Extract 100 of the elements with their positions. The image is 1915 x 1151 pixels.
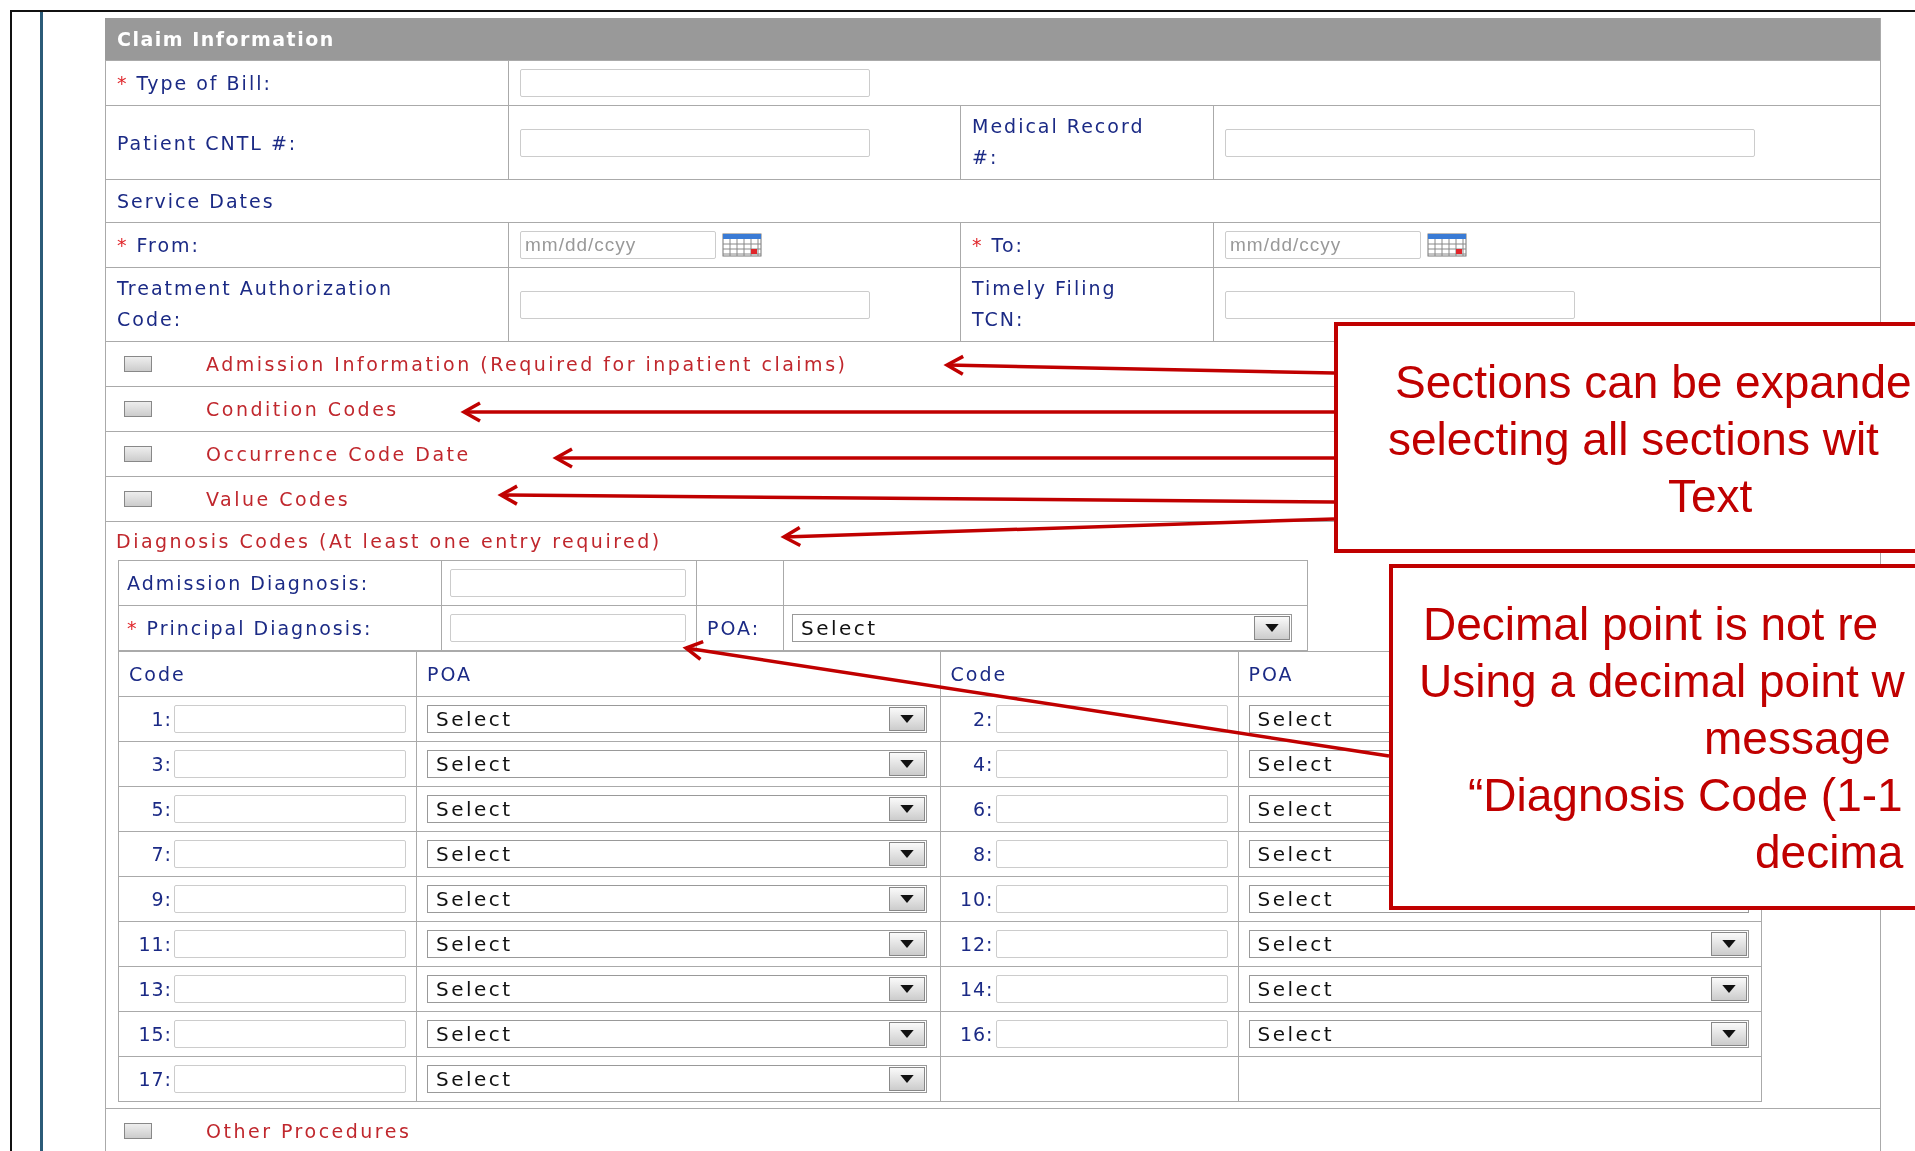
section-label[interactable]: Condition Codes [206,398,399,420]
column-header: POA [1248,663,1294,685]
poa-dropdown[interactable]: Select [427,1065,927,1093]
column-header: Code [950,663,1008,685]
dropdown-caret-icon [1710,977,1747,1001]
poa-dropdown[interactable]: Select [1248,1020,1749,1048]
row-number: 4: [973,753,994,775]
input-field[interactable] [1225,290,1575,319]
input-field[interactable] [995,840,1228,868]
input-field[interactable] [450,569,686,597]
field-label: Medical Record #: [972,114,1146,170]
row-number: 2: [973,708,994,730]
field-label: * To: [972,234,1024,256]
dropdown-caret-icon [889,1022,925,1046]
column-header: POA [427,663,473,685]
poa-dropdown[interactable]: Select [427,1020,927,1048]
input-field[interactable] [174,930,406,958]
row-number: 7: [151,843,172,865]
input-field[interactable] [450,614,686,642]
input-field[interactable] [520,128,870,157]
input-field[interactable] [174,975,406,1003]
section-label[interactable]: Value Codes [206,488,351,510]
input-field[interactable] [174,750,406,778]
poa-dropdown[interactable]: Select [427,885,927,913]
field-label: POA: [707,617,761,639]
checkbox[interactable] [124,356,152,372]
input-field[interactable] [995,750,1228,778]
input-field[interactable] [520,290,870,319]
dropdown-caret-icon [889,887,925,911]
calendar-icon[interactable] [722,233,762,257]
date-field[interactable]: mm/dd/ccyy [1225,231,1421,259]
dropdown-caret-icon [889,977,925,1001]
callout-text: Decimal point is not re Using a decimal point w message “Diagnosis Code (1-1 decima [1418,597,1906,880]
row-number: 8: [973,843,994,865]
row-number: 3: [151,753,172,775]
row-number: 11: [138,933,172,955]
section-label[interactable]: Occurrence Code Date [206,443,471,465]
row-number: 6: [973,798,994,820]
row-number: 15: [138,1023,172,1045]
row-number: 5: [151,798,172,820]
calendar-icon[interactable] [1427,233,1467,257]
dropdown-caret-icon [889,842,925,866]
section-label[interactable]: Admission Information (Required for inpatient claims) [206,353,848,375]
row-number: 17: [138,1068,172,1090]
input-field[interactable] [1225,128,1755,157]
input-field[interactable] [174,840,406,868]
field-label: Treatment Authorization Code: [117,276,394,332]
row-number: 13: [138,978,172,1000]
row-number: 10: [959,888,994,910]
poa-dropdown[interactable]: Select [427,795,927,823]
poa-dropdown[interactable]: Select [427,705,927,733]
row-number: 14: [959,978,994,1000]
row-number: 9: [151,888,172,910]
poa-dropdown[interactable]: Select [427,750,927,778]
column-header: Code [129,663,186,685]
input-field[interactable] [995,930,1228,958]
input-field[interactable] [174,705,406,733]
field-label: Patient CNTL #: [117,131,298,154]
input-field[interactable] [174,1065,406,1093]
dropdown-caret-icon [889,797,925,821]
poa-dropdown[interactable]: Select [1248,930,1749,958]
checkbox[interactable] [124,401,152,417]
dropdown-caret-icon [889,932,925,956]
dropdown-caret-icon [1710,932,1747,956]
input-field[interactable] [174,795,406,823]
poa-dropdown[interactable]: Select [792,614,1292,642]
panel-header: Claim Information [105,18,1880,60]
poa-dropdown[interactable]: Select [1248,975,1749,1003]
checkbox[interactable] [124,446,152,462]
input-field[interactable] [995,975,1228,1003]
input-field[interactable] [995,795,1228,823]
field-label: * From: [117,234,201,256]
row-number: 1: [151,708,172,730]
dropdown-caret-icon [889,1067,925,1091]
poa-dropdown[interactable]: Select [427,840,927,868]
poa-dropdown[interactable]: Select [427,975,927,1003]
dropdown-caret-icon [1254,616,1290,640]
field-label: Timely Filing TCN: [972,276,1118,332]
dropdown-caret-icon [889,752,925,776]
input-field[interactable] [174,885,406,913]
input-field[interactable] [995,1020,1228,1048]
input-field[interactable] [995,705,1228,733]
checkbox[interactable] [124,491,152,507]
callout-text: Sections can be expande selecting all sections wit Text [1387,355,1913,524]
row-number: 12: [959,933,994,955]
section-label[interactable]: Other Procedures [206,1120,412,1142]
input-field[interactable] [174,1020,406,1048]
input-field[interactable] [520,69,870,97]
checkbox[interactable] [124,1123,152,1139]
row-number: 16: [959,1023,994,1045]
dropdown-caret-icon [1710,1022,1747,1046]
section-heading: Service Dates [117,190,275,212]
section-heading: Diagnosis Codes (At least one entry required) [116,529,662,554]
field-label: * Type of Bill: [117,72,272,94]
field-label: Admission Diagnosis: [127,572,370,594]
field-label: * Principal Diagnosis: [127,617,373,639]
dropdown-caret-icon [889,707,925,731]
poa-dropdown[interactable]: Select [427,930,927,958]
date-field[interactable]: mm/dd/ccyy [520,231,716,259]
input-field[interactable] [995,885,1228,913]
